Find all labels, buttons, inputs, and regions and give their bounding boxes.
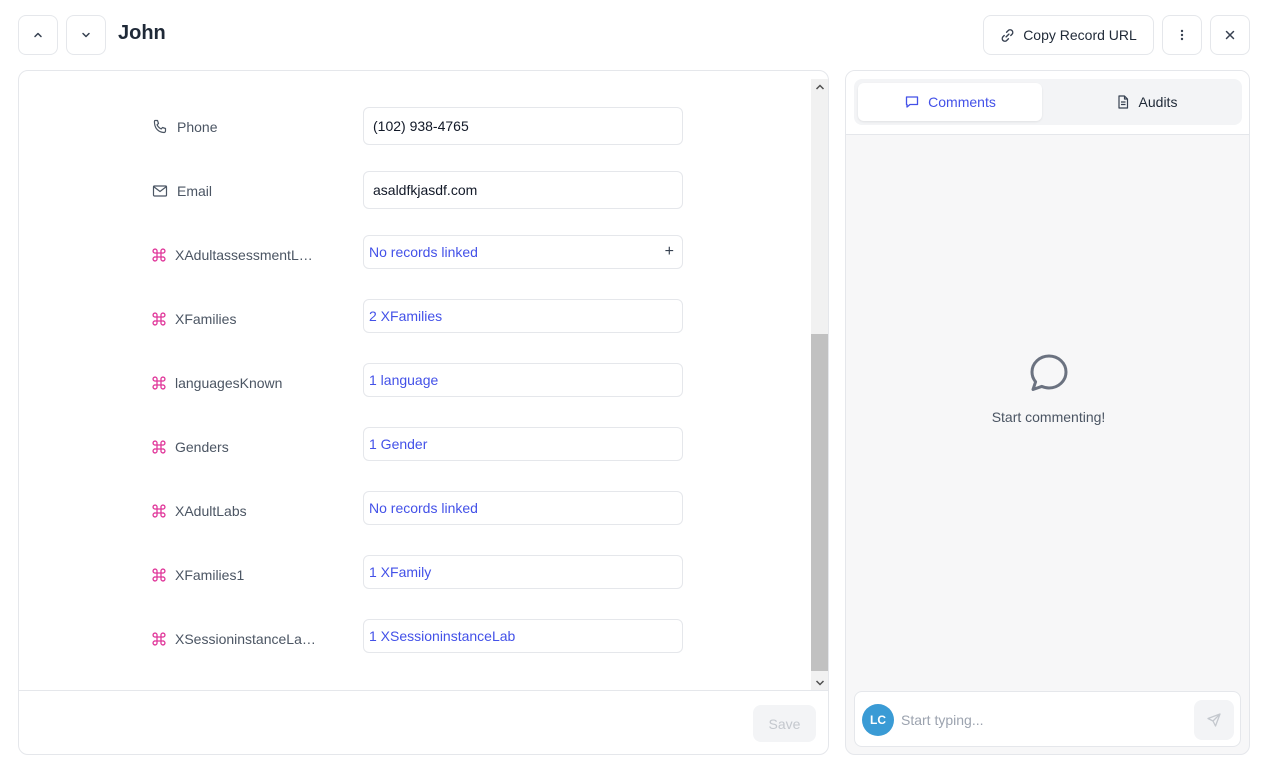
send-icon — [1207, 713, 1221, 727]
more-options-button[interactable] — [1162, 15, 1202, 55]
field-label-xadultassessment: XAdultassessmentL… — [151, 235, 331, 275]
field-row-xfamilies: XFamilies 2 XFamilies — [19, 299, 811, 339]
field-label-xfamilies: XFamilies — [151, 299, 331, 339]
footer-divider — [19, 690, 828, 691]
xadultassessment-link-field[interactable]: No records linked + — [363, 235, 683, 269]
link-icon — [152, 440, 166, 454]
comments-empty-state: Start commenting! — [846, 351, 1249, 425]
field-row-email: Email asaldfkjasdf.com — [19, 171, 811, 211]
field-row-xadultassessment: XAdultassessmentL… No records linked + — [19, 235, 811, 275]
phone-icon — [153, 119, 167, 134]
close-icon — [1225, 30, 1235, 40]
comment-input[interactable] — [901, 704, 1181, 736]
link-icon — [152, 376, 166, 390]
field-label-xsessioninstancelab: XSessioninstanceLa… — [151, 619, 331, 659]
save-button[interactable]: Save — [753, 705, 816, 742]
xadultlabs-link-field[interactable]: No records linked — [363, 491, 683, 525]
tab-audits[interactable]: Audits — [1054, 83, 1238, 121]
fields-list: Phone (102) 938-4765 Email asaldfkjasdf.… — [19, 71, 811, 691]
field-row-xsessioninstancelab: XSessioninstanceLa… 1 XSessioninstanceLa… — [19, 619, 811, 659]
tab-switcher: Comments Audits — [854, 79, 1242, 125]
comment-composer: LC — [854, 691, 1241, 747]
xfamilies-link-field[interactable]: 2 XFamilies — [363, 299, 683, 333]
email-field[interactable]: asaldfkjasdf.com — [363, 171, 683, 209]
chevron-up-icon — [34, 32, 42, 38]
mail-icon — [152, 185, 168, 197]
xfamilies1-link-field[interactable]: 1 XFamily — [363, 555, 683, 589]
add-link-plus-icon[interactable]: + — [665, 244, 674, 260]
field-label-xadultlabs: XAdultLabs — [151, 491, 331, 531]
link-icon — [152, 248, 166, 262]
field-label-genders: Genders — [151, 427, 331, 467]
avatar: LC — [862, 704, 894, 736]
field-row-phone: Phone (102) 938-4765 — [19, 107, 811, 147]
copy-record-url-button[interactable]: Copy Record URL — [983, 15, 1154, 55]
field-row-languages-known: languagesKnown 1 language — [19, 363, 811, 403]
scrollbar-thumb[interactable] — [811, 334, 828, 671]
chevron-down-icon — [82, 32, 90, 38]
link-chain-icon — [1001, 28, 1014, 42]
phone-field[interactable]: (102) 938-4765 — [363, 107, 683, 145]
fields-scrollbar[interactable] — [811, 79, 828, 691]
record-title: John — [118, 22, 166, 44]
more-vertical-icon — [1180, 29, 1184, 41]
link-icon — [152, 632, 166, 646]
previous-record-button[interactable] — [18, 15, 58, 55]
field-label-phone: Phone — [151, 107, 331, 147]
field-label-email: Email — [151, 171, 331, 211]
field-row-xadultlabs: XAdultLabs No records linked — [19, 491, 811, 531]
field-row-genders: Genders 1 Gender — [19, 427, 811, 467]
languages-known-link-field[interactable]: 1 language — [363, 363, 683, 397]
xsessioninstancelab-link-field[interactable]: 1 XSessioninstanceLab — [363, 619, 683, 653]
link-icon — [152, 312, 166, 326]
field-label-languages-known: languagesKnown — [151, 363, 331, 403]
message-square-icon — [906, 96, 919, 108]
record-details-panel: Phone (102) 938-4765 Email asaldfkjasdf.… — [18, 70, 829, 755]
file-text-icon — [1117, 95, 1128, 109]
scroll-down-arrow-icon[interactable] — [811, 675, 828, 691]
message-circle-icon — [1030, 354, 1067, 391]
next-record-button[interactable] — [66, 15, 106, 55]
empty-state-text: Start commenting! — [991, 409, 1106, 425]
link-icon — [152, 568, 166, 582]
scroll-up-arrow-icon[interactable] — [811, 79, 828, 95]
copy-record-url-label: Copy Record URL — [1023, 27, 1137, 43]
genders-link-field[interactable]: 1 Gender — [363, 427, 683, 461]
comments-panel: Comments Audits Start commenting! LC — [845, 70, 1250, 755]
send-comment-button[interactable] — [1194, 700, 1234, 740]
link-icon — [152, 504, 166, 518]
close-button[interactable] — [1210, 15, 1250, 55]
tab-comments[interactable]: Comments — [858, 83, 1042, 121]
panel-tab-bar: Comments Audits — [846, 71, 1249, 135]
field-label-xfamilies1: XFamilies1 — [151, 555, 331, 595]
field-row-xfamilies1: XFamilies1 1 XFamily — [19, 555, 811, 595]
